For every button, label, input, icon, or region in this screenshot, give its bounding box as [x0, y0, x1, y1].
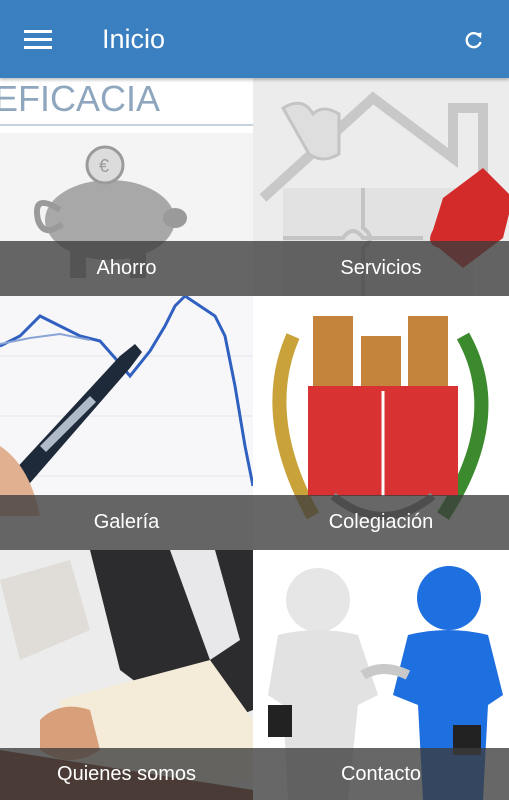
- home-grid: EFICACIA € Ahorro Servicios Galería Cole…: [0, 78, 509, 800]
- tile-label: Contacto: [253, 748, 509, 800]
- tile-ahorro[interactable]: EFICACIA € Ahorro: [0, 78, 253, 296]
- tile-contacto[interactable]: Contacto: [253, 550, 509, 800]
- app-bar: Inicio: [0, 0, 509, 78]
- tile-quienes-somos[interactable]: Quienes somos: [0, 550, 253, 800]
- tile-label: Ahorro: [0, 241, 253, 296]
- tile-label: Quienes somos: [0, 748, 253, 800]
- page-title: Inicio: [102, 24, 166, 54]
- tile-label: Colegiación: [253, 495, 509, 550]
- refresh-icon: [465, 31, 482, 49]
- tile-label: Servicios: [253, 241, 509, 296]
- refresh-button[interactable]: [454, 20, 494, 60]
- tile-servicios[interactable]: Servicios: [253, 78, 509, 296]
- hamburger-menu-icon: [24, 30, 52, 49]
- tile-colegiacion[interactable]: Colegiación: [253, 296, 509, 550]
- tile-label: Galería: [0, 495, 253, 550]
- eficacia-text: EFICACIA: [0, 78, 160, 119]
- svg-text:€: €: [99, 156, 109, 176]
- tile-galeria[interactable]: Galería: [0, 296, 253, 550]
- menu-button[interactable]: [14, 17, 62, 61]
